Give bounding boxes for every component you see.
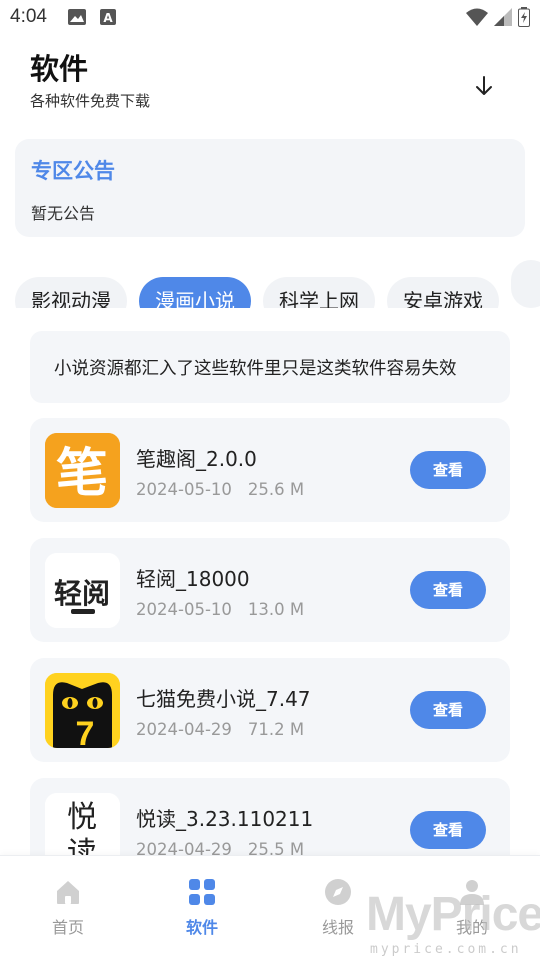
status-time: 4:04 <box>10 6 47 27</box>
app-icon-glyph: 笔 <box>56 443 108 504</box>
announcement-card: 专区公告 暂无公告 <box>15 139 525 237</box>
nav-deals[interactable]: 线报 <box>298 878 378 938</box>
tab-android-games[interactable]: 安卓游戏 <box>387 277 499 308</box>
app-date: 2024-05-10 <box>136 480 232 499</box>
app-size: 25.5 M <box>247 840 305 855</box>
arrow-down-icon <box>476 76 492 95</box>
app-meta: 2024-05-10 25.6 M <box>136 480 304 499</box>
app-icon-yuedu: 悦 读 <box>45 793 120 855</box>
app-meta: 2024-04-29 25.5 M <box>136 840 304 855</box>
nav-deals-label: 线报 <box>321 918 354 937</box>
image-notification-icon <box>68 9 86 25</box>
app-icon-qingyue: 轻阅 <box>45 553 120 628</box>
app-name: 轻阅_18000 <box>136 567 250 591</box>
view-button[interactable]: 查看 <box>410 691 486 729</box>
svg-text:A: A <box>103 11 113 25</box>
app-item-yuedu[interactable]: 悦 读 悦读_3.23.110211 2024-04-29 25.5 M 查看 <box>30 778 510 855</box>
app-size: 13.0 M <box>247 600 305 619</box>
view-button[interactable]: 查看 <box>410 571 486 609</box>
announcement-body: 暂无公告 <box>31 204 96 223</box>
page-title: 软件 <box>30 52 89 86</box>
view-button[interactable]: 查看 <box>410 451 486 489</box>
app-item-qingyue[interactable]: 轻阅 轻阅_18000 2024-05-10 13.0 M 查看 <box>30 538 510 642</box>
tab-comic-novel[interactable]: 漫画小说 <box>139 277 251 308</box>
download-button[interactable] <box>472 74 496 98</box>
nav-profile[interactable]: 我的 <box>432 878 512 938</box>
tab-vpn[interactable]: 科学上网 <box>263 277 375 308</box>
compass-icon <box>325 879 351 905</box>
app-icon-biquge: 笔 <box>45 433 120 508</box>
app-date: 2024-04-29 <box>136 720 232 739</box>
page-subtitle: 各种软件免费下载 <box>30 92 151 110</box>
category-description: 小说资源都汇入了这些软件里只是这类软件容易失效 <box>54 359 457 379</box>
category-description-card: 小说资源都汇入了这些软件里只是这类软件容易失效 <box>30 331 510 403</box>
nav-software[interactable]: 软件 <box>162 878 242 938</box>
home-icon <box>57 881 79 904</box>
app-icon-qimao: 7 <box>45 673 120 748</box>
app-item-qimao[interactable]: 7 七猫免费小说_7.47 2024-04-29 71.2 M 查看 <box>30 658 510 762</box>
nav-profile-label: 我的 <box>455 918 488 937</box>
grid-icon <box>189 879 215 905</box>
app-item-biquge[interactable]: 笔 笔趣阁_2.0.0 2024-05-10 25.6 M 查看 <box>30 418 510 522</box>
app-size: 25.6 M <box>247 480 305 499</box>
wifi-icon <box>466 8 488 26</box>
app-name: 悦读_3.23.110211 <box>136 807 314 831</box>
app-name: 七猫免费小说_7.47 <box>136 687 311 711</box>
app-size: 71.2 M <box>247 720 305 739</box>
app-date: 2024-04-29 <box>136 840 232 855</box>
nav-home[interactable]: 首页 <box>28 878 108 938</box>
tab-video-anime[interactable]: 影视动漫 <box>15 277 127 308</box>
nav-home-label: 首页 <box>51 918 84 937</box>
announcement-title: 专区公告 <box>31 159 115 183</box>
app-date: 2024-05-10 <box>136 600 232 619</box>
app-icon-glyph-2: 读 <box>67 836 97 855</box>
tab-more[interactable] <box>511 260 540 308</box>
bottom-nav: 首页 软件 线报 我的 <box>0 855 540 960</box>
nav-software-label: 软件 <box>185 918 218 937</box>
app-name: 笔趣阁_2.0.0 <box>136 447 257 471</box>
app-icon-glyph: 7 <box>76 715 95 748</box>
app-icon-glyph: 轻阅 <box>54 577 110 610</box>
app-list: 笔 笔趣阁_2.0.0 2024-05-10 25.6 M 查看 轻阅 轻阅_18… <box>30 418 510 855</box>
battery-icon <box>518 7 530 27</box>
page-header: 软件 各种软件免费下载 <box>30 50 150 111</box>
status-bar: 4:04 A <box>0 0 540 36</box>
app-icon-glyph: 悦 <box>67 800 97 835</box>
app-meta: 2024-04-29 71.2 M <box>136 720 304 739</box>
user-icon <box>460 880 484 905</box>
view-button[interactable]: 查看 <box>410 811 486 849</box>
signal-icon <box>494 8 512 26</box>
font-notification-icon: A <box>100 9 116 25</box>
app-meta: 2024-05-10 13.0 M <box>136 600 304 619</box>
category-tabs: 影视动漫 漫画小说 科学上网 安卓游戏 <box>15 260 540 308</box>
